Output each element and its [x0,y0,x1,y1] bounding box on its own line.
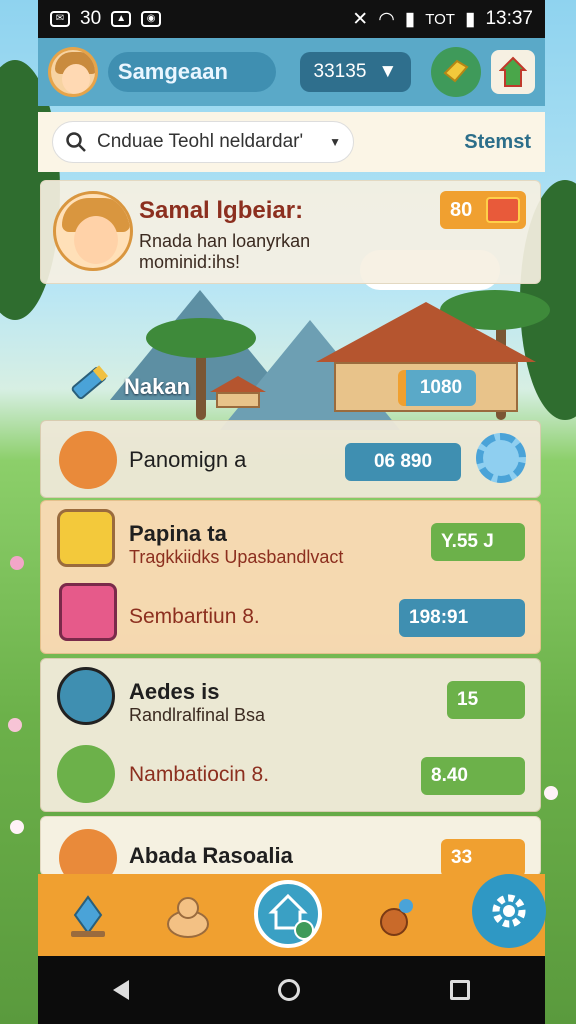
item-value[interactable]: 198:91 [399,599,525,637]
small-house-roof [210,376,266,392]
house-button[interactable] [491,50,535,94]
shield-icon: ◉ [141,11,162,27]
avatar-face [62,64,90,94]
status-bar: ✉ 30 ▲ ◉ ✕ ◠ ▮ TOT ▮ 13:37 [38,0,545,38]
flower [10,820,24,834]
bottom-nav [38,874,546,956]
item-value[interactable]: 33 [441,839,525,877]
list-item[interactable]: Aedes is Randlralfinal Bsa 15 [41,659,542,737]
calculator-icon [57,509,115,567]
bag-icon [167,897,209,938]
small-house [216,392,260,408]
scene-label: Nakan [124,374,191,399]
house-icon [499,56,528,87]
search-icon [66,132,86,152]
nav-home[interactable] [254,880,322,948]
gear-icon[interactable] [476,433,526,483]
fruit-icon [380,899,413,936]
profile-avatar [53,191,133,271]
image-icon: ▲ [111,11,132,27]
status-number: 30 [80,8,102,29]
list-panel: Aedes is Randlralfinal Bsa 15 Nambatioci… [40,658,541,812]
nav-fruit[interactable] [372,890,424,942]
nav-gem[interactable] [62,890,114,942]
list-item[interactable]: Nambatiocin 8. 8.40 [41,737,542,813]
list-panel: Abada Rasoalia 33 [40,816,542,887]
house-roof [316,302,536,362]
status-link[interactable]: Stemst [464,131,531,154]
player-name[interactable]: Samgeaan [107,52,276,92]
mute-icon: ✕ [352,8,369,30]
item-title: Nambatiocin 8. [129,763,270,786]
avatar-face [74,216,118,264]
list-panel: Papina ta Tragkkiidks Upasbandlvact Y.55… [40,500,541,654]
pencil-icon [57,745,115,803]
item-title: Abada Rasoalia [129,843,293,868]
gear-icon [492,894,526,928]
avatar[interactable] [48,47,98,97]
wifi-icon: ◠ [378,8,395,30]
profile-description: Rnada han loanyrkan mominid:ihs! [139,231,311,272]
phone-icon [59,583,117,641]
home-circle-icon[interactable] [278,979,301,1001]
item-subtitle: Tragkkiidks Upasbandlvact [129,547,344,567]
reward-value: 80 [450,199,473,221]
search-input[interactable]: Cnduae Teohl neldardar' ▼ [52,121,354,163]
item-value[interactable]: Y.55 J [431,523,525,561]
system-nav-bar [38,956,545,1024]
carrier-label: TOT [425,10,455,28]
coin-value: 33135 [313,61,367,82]
gem-icon [443,59,469,83]
crystal-icon [71,895,105,937]
farmer-icon [57,667,115,725]
signal-icon: ▮ [404,8,416,30]
home-icon [268,893,314,940]
profile-card[interactable]: Samal lgbeiar: Rnada han loanyrkan momin… [40,180,541,284]
flower [10,556,24,570]
list-item[interactable]: Sembartiun 8. 198:91 [41,579,542,655]
list-panel: Panomign a 06 890 [40,420,541,498]
reward-badge[interactable]: 80 [440,191,526,229]
profile-title: Samal lgbeiar: [139,197,304,224]
flower [8,718,22,732]
item-title: Aedes is [129,679,220,704]
coin-selector[interactable]: 33135 ▼ [299,52,412,92]
item-value[interactable]: 15 [447,681,525,719]
flower [544,786,558,800]
nav-settings[interactable] [472,874,546,948]
item-value[interactable]: 06 890 [345,443,461,481]
back-icon[interactable] [112,980,129,1000]
nav-bag[interactable] [162,890,214,942]
search-text: Cnduae Teohl neldardar' [97,131,304,152]
palm-leaves [146,318,256,358]
item-value[interactable]: 8.40 [421,757,525,795]
search-bar: Cnduae Teohl neldardar' ▼ Stemst [38,112,545,172]
recent-apps-icon[interactable] [450,980,471,1000]
mail-icon: ✉ [50,11,70,27]
game-screen: ✉ 30 ▲ ◉ ✕ ◠ ▮ TOT ▮ 13:37 Samgeaan 3313… [0,0,576,1024]
clock: 13:37 [485,8,533,29]
fox-icon [59,431,117,489]
scene-badge[interactable]: 1080 [398,370,476,406]
gem-button[interactable] [431,47,482,97]
list-item[interactable]: Panomign a 06 890 [41,421,542,499]
item-subtitle: Randlralfinal Bsa [129,705,266,725]
battery-icon: ▮ [464,8,476,30]
item-title: Papina ta [129,521,227,546]
list-item[interactable]: Papina ta Tragkkiidks Upasbandlvact Y.55… [41,501,542,579]
chevron-down-icon: ▼ [329,135,341,149]
list-item[interactable]: Abada Rasoalia 33 [41,817,542,887]
item-title: Sembartiun 8. [129,605,260,628]
item-title: Panomign a [129,447,247,472]
chest-icon [486,197,520,223]
chevron-down-icon: ▼ [378,61,398,82]
top-bar: Samgeaan 33135 ▼ [38,38,545,106]
